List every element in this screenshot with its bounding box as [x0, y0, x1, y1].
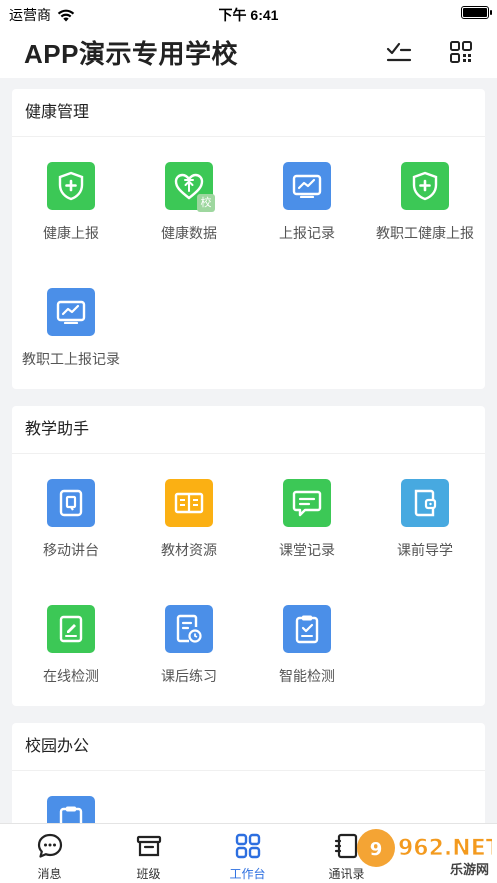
app-staff-report-records[interactable]: 教职工上报记录: [12, 288, 130, 388]
app-staff-health-report[interactable]: 教职工健康上报: [366, 162, 484, 262]
app-campus-office-item[interactable]: [12, 796, 130, 823]
section-title: 校园办公: [12, 723, 485, 771]
shield-plus-icon: [401, 162, 449, 210]
status-time: 下午 6:41: [218, 7, 279, 23]
mobile-podium-icon: [47, 479, 95, 527]
workbench-content[interactable]: 健康管理 健康上报 校 健康数据 上报记录 教职工健康上报 教职工上报记录 教学…: [0, 78, 497, 823]
app-class-records[interactable]: 课堂记录: [248, 479, 366, 579]
app-label: 智能检测: [279, 668, 335, 684]
app-textbook-resources[interactable]: 教材资源: [130, 479, 248, 579]
status-bar: 运营商 下午 6:41: [0, 0, 497, 26]
app-health-data[interactable]: 校 健康数据: [130, 162, 248, 262]
watermark-logo: 9 962.NET 乐游网: [352, 826, 497, 878]
tab-workbench[interactable]: 工作台: [198, 824, 297, 883]
tab-label: 工作台: [229, 867, 266, 881]
qr-scan-icon: [450, 41, 472, 63]
chart-screen-icon: [283, 162, 331, 210]
clipboard-check-icon: [283, 605, 331, 653]
battery-icon: [461, 6, 492, 19]
app-label: 教职工健康上报: [376, 225, 474, 241]
chart-screen-icon: [47, 288, 95, 336]
app-smart-test[interactable]: 智能检测: [248, 605, 366, 705]
chat-bubble-icon: [283, 479, 331, 527]
clipboard-icon: [47, 796, 95, 823]
tab-label: 班级: [136, 867, 161, 881]
app-label: 课前导学: [397, 542, 453, 558]
app-mobile-podium[interactable]: 移动讲台: [12, 479, 130, 579]
app-pre-class-guide[interactable]: 课前导学: [366, 479, 484, 579]
page-title: APP演示专用学校: [24, 39, 238, 69]
app-online-test[interactable]: 在线检测: [12, 605, 130, 705]
section-campus-office: 校园办公: [12, 723, 485, 823]
checklist-icon: [386, 42, 412, 62]
wallet-book-icon: [401, 479, 449, 527]
heart-upload-icon: 校: [165, 162, 215, 212]
tab-label: 消息: [37, 867, 62, 881]
app-label: 教职工上报记录: [22, 351, 120, 367]
app-homework-practice[interactable]: 课后练习: [130, 605, 248, 705]
scan-button[interactable]: [447, 38, 475, 66]
tab-class[interactable]: 班级: [99, 824, 198, 883]
section-teaching: 教学助手 移动讲台 教材资源 课堂记录 课前导学 在线检测 课后练习 智能检测: [12, 406, 485, 706]
watermark-text: 962.NET: [398, 836, 492, 861]
open-book-icon: [165, 479, 213, 527]
shield-plus-icon: [47, 162, 95, 210]
watermark-subtext: 乐游网: [450, 862, 489, 878]
section-title: 健康管理: [12, 89, 485, 137]
class-box-icon: [136, 835, 162, 857]
tab-messages[interactable]: 消息: [0, 824, 99, 883]
section-title: 教学助手: [12, 406, 485, 454]
checklist-button[interactable]: [385, 38, 413, 66]
app-health-report[interactable]: 健康上报: [12, 162, 130, 262]
school-badge: 校: [197, 194, 215, 212]
app-report-records[interactable]: 上报记录: [248, 162, 366, 262]
edit-doc-icon: [47, 605, 95, 653]
workbench-grid-icon: [235, 833, 261, 859]
message-icon: [37, 833, 63, 858]
section-health: 健康管理 健康上报 校 健康数据 上报记录 教职工健康上报 教职工上报记录: [12, 89, 485, 389]
app-header: APP演示专用学校: [0, 26, 497, 78]
svg-text:9: 9: [370, 839, 383, 860]
doc-clock-icon: [165, 605, 213, 653]
